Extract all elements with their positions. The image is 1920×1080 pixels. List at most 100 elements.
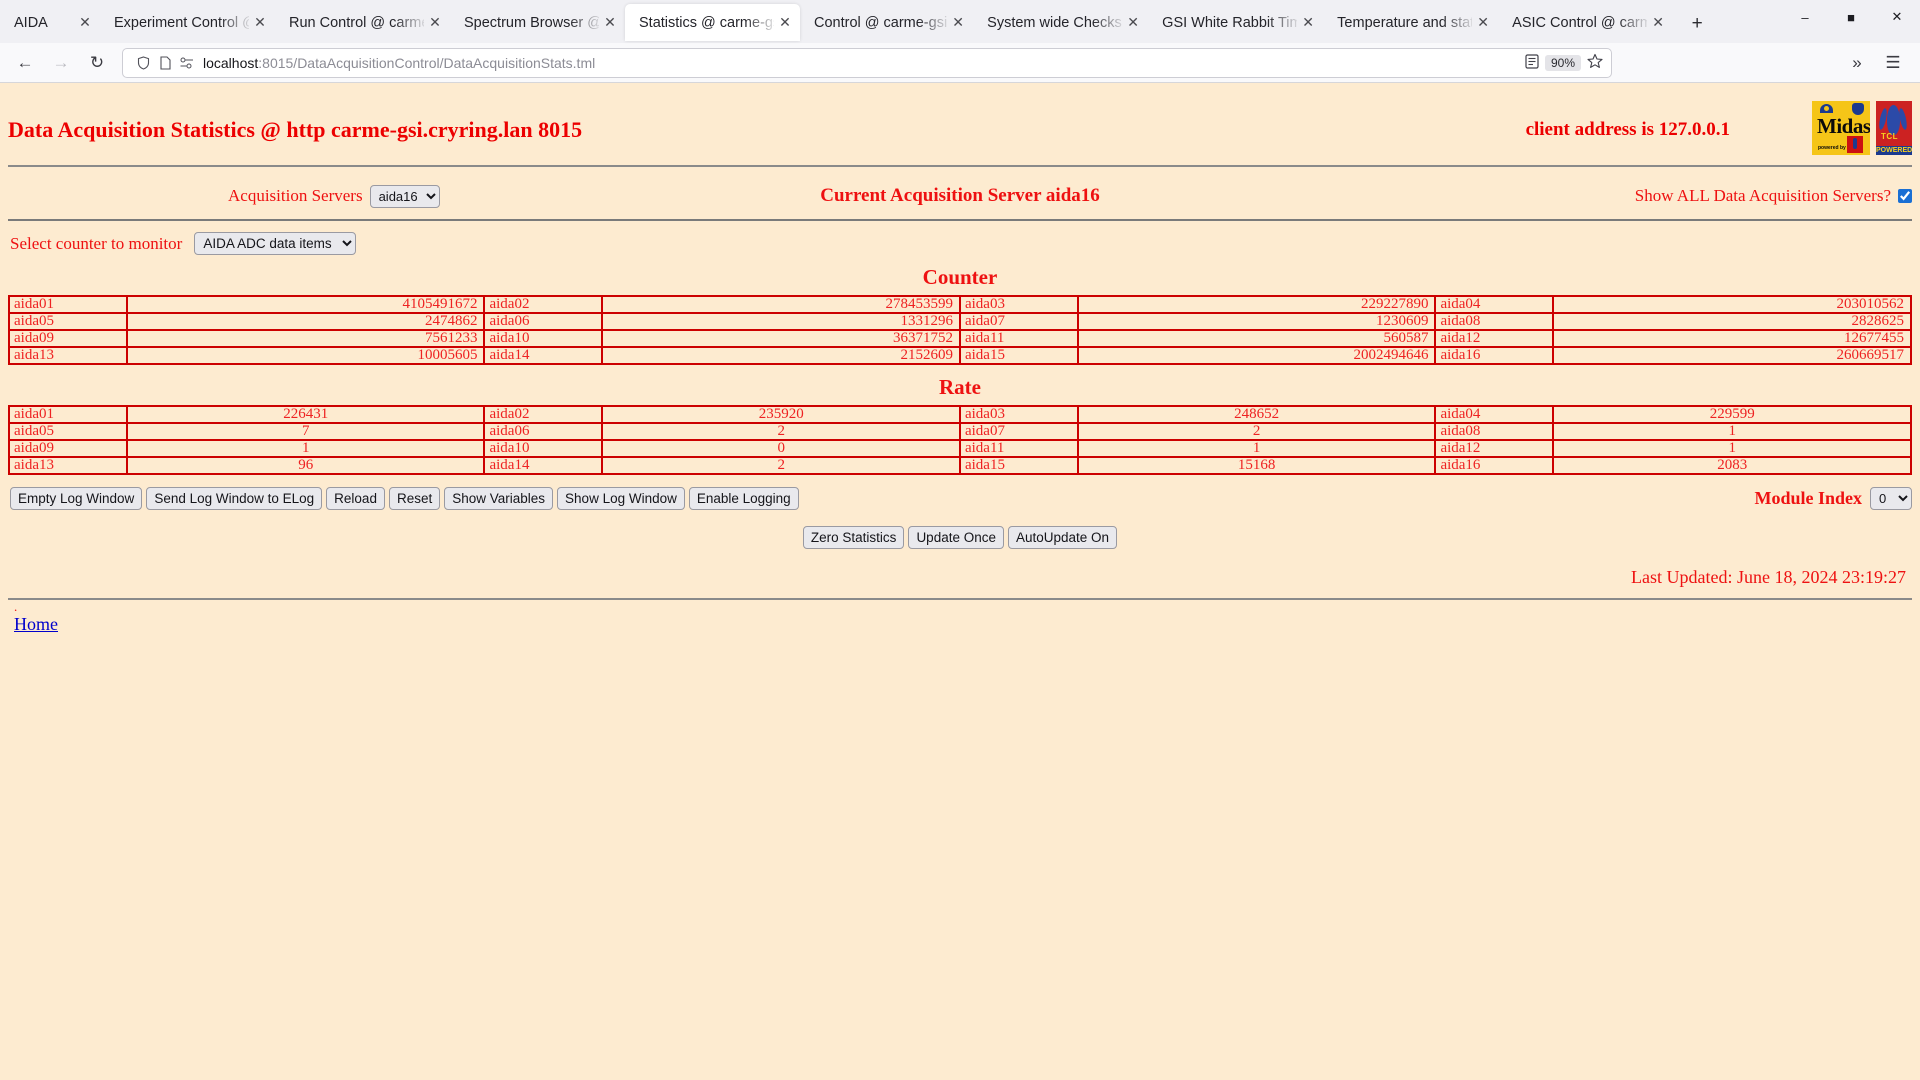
browser-tab-0[interactable]: AIDA ✕ bbox=[0, 4, 100, 41]
browser-tab-1[interactable]: Experiment Control @ ✕ bbox=[100, 4, 275, 41]
close-icon[interactable]: ✕ bbox=[426, 14, 444, 32]
browser-tab-8[interactable]: Temperature and stat ✕ bbox=[1323, 4, 1498, 41]
footer-bullet: . bbox=[14, 599, 18, 614]
zero-statistics-button[interactable]: Zero Statistics bbox=[802, 526, 905, 549]
server-name-cell: aida06 bbox=[483, 312, 604, 331]
counter-value-cell: 2474862 bbox=[125, 312, 486, 331]
counter-value-cell: 560587 bbox=[1076, 329, 1437, 348]
window-controls: – ■ ✕ bbox=[1782, 0, 1920, 43]
tcl-logo-text: TCL bbox=[1881, 132, 1899, 141]
browser-tab-4-active[interactable]: Statistics @ carme-gs ✕ bbox=[625, 4, 800, 41]
browser-tab-7[interactable]: GSI White Rabbit Tim ✕ bbox=[1148, 4, 1323, 41]
counter-value-cell: 7561233 bbox=[125, 329, 486, 348]
home-link[interactable]: Home bbox=[8, 610, 58, 635]
tcl-logo: TCL POWERED bbox=[1876, 101, 1912, 155]
server-name-cell: aida05 bbox=[8, 422, 128, 441]
show-variables-button[interactable]: Show Variables bbox=[444, 487, 554, 510]
rate-table-body: aida01 226431 aida02 235920 aida03 24865… bbox=[8, 405, 1912, 475]
client-address: client address is 127.0.0.1 bbox=[1525, 119, 1730, 140]
close-icon[interactable]: ✕ bbox=[776, 14, 794, 32]
tab-title: Control @ carme-gsi bbox=[814, 14, 948, 31]
table-row: aida01 4105491672 aida02 278453599 aida0… bbox=[8, 295, 1912, 314]
counter-table-title: Counter bbox=[922, 265, 998, 289]
close-icon[interactable]: ✕ bbox=[76, 14, 94, 32]
browser-tab-6[interactable]: System wide Checks ( ✕ bbox=[973, 4, 1148, 41]
new-tab-button[interactable]: + bbox=[1681, 9, 1713, 39]
minimize-icon[interactable]: – bbox=[1782, 0, 1828, 34]
rate-table-title: Rate bbox=[939, 375, 981, 399]
rate-value-cell: 15168 bbox=[1076, 456, 1437, 475]
forward-icon[interactable]: → bbox=[44, 47, 78, 79]
rate-value-cell: 7 bbox=[125, 422, 486, 441]
rate-value-cell: 2 bbox=[601, 456, 961, 475]
update-once-button[interactable]: Update Once bbox=[908, 526, 1004, 549]
close-icon[interactable]: ✕ bbox=[1299, 14, 1317, 32]
autoupdate-toggle-button[interactable]: AutoUpdate On bbox=[1008, 526, 1118, 549]
close-icon[interactable]: ✕ bbox=[251, 14, 269, 32]
counter-value-cell: 2828625 bbox=[1552, 312, 1912, 331]
toolbar-right: » ☰ bbox=[1840, 47, 1912, 79]
server-name-cell: aida11 bbox=[958, 439, 1079, 458]
table-row: aida05 7 aida06 2 aida07 2 aida08 1 bbox=[8, 422, 1912, 441]
back-icon[interactable]: ← bbox=[8, 47, 42, 79]
url-host: localhost bbox=[203, 54, 259, 71]
reader-mode-icon[interactable] bbox=[1525, 53, 1539, 72]
server-name-cell: aida02 bbox=[483, 295, 604, 314]
counter-select[interactable]: AIDA ADC data items bbox=[194, 232, 357, 255]
shield-icon bbox=[132, 55, 154, 70]
server-name-cell: aida04 bbox=[1434, 295, 1555, 314]
counter-table: aida01 4105491672 aida02 278453599 aida0… bbox=[8, 295, 1912, 365]
close-icon[interactable]: ✕ bbox=[949, 14, 967, 32]
rate-value-cell: 2 bbox=[601, 422, 961, 441]
rate-value-cell: 235920 bbox=[601, 405, 961, 424]
browser-tab-3[interactable]: Spectrum Browser @ ✕ bbox=[450, 4, 625, 41]
rate-value-cell: 2 bbox=[1076, 422, 1437, 441]
reload-icon[interactable]: ↻ bbox=[80, 47, 114, 79]
empty-log-window-button[interactable]: Empty Log Window bbox=[10, 487, 143, 510]
browser-tab-2[interactable]: Run Control @ carme ✕ bbox=[275, 4, 450, 41]
server-name-cell: aida05 bbox=[8, 312, 128, 331]
close-icon[interactable]: ✕ bbox=[601, 14, 619, 32]
reset-button[interactable]: Reset bbox=[388, 487, 441, 510]
server-name-cell: aida12 bbox=[1434, 329, 1555, 348]
page-content: Data Acquisition Statistics @ http carme… bbox=[0, 83, 1920, 1080]
server-name-cell: aida14 bbox=[483, 346, 604, 365]
server-name-cell: aida16 bbox=[1434, 456, 1555, 475]
zoom-level-indicator[interactable]: 90% bbox=[1544, 54, 1581, 71]
permissions-icon[interactable] bbox=[176, 57, 198, 69]
close-icon[interactable]: ✕ bbox=[1474, 14, 1492, 32]
enable-logging-button[interactable]: Enable Logging bbox=[688, 487, 799, 510]
tab-title: GSI White Rabbit Tim bbox=[1162, 14, 1298, 31]
address-bar[interactable]: localhost:8015/DataAcquisitionControl/Da… bbox=[122, 47, 1612, 78]
server-name-cell: aida09 bbox=[8, 439, 128, 458]
browser-tab-5[interactable]: Control @ carme-gsi ✕ bbox=[800, 4, 973, 41]
send-log-window-to-elog-button[interactable]: Send Log Window to ELog bbox=[146, 487, 323, 510]
rate-value-cell: 226431 bbox=[125, 405, 486, 424]
server-name-cell: aida01 bbox=[8, 295, 128, 314]
close-window-icon[interactable]: ✕ bbox=[1874, 0, 1920, 34]
last-updated-text: Last Updated: June 18, 2024 23:19:27 bbox=[1631, 567, 1906, 587]
server-name-cell: aida11 bbox=[958, 329, 1079, 348]
close-icon[interactable]: ✕ bbox=[1649, 14, 1667, 32]
server-name-cell: aida03 bbox=[958, 405, 1079, 424]
maximize-icon[interactable]: ■ bbox=[1828, 0, 1874, 34]
browser-tab-9[interactable]: ASIC Control @ carme ✕ bbox=[1498, 4, 1673, 41]
page-icon bbox=[154, 55, 176, 70]
tab-strip: AIDA ✕ Experiment Control @ ✕ Run Contro… bbox=[0, 0, 1920, 43]
reload-button[interactable]: Reload bbox=[326, 487, 385, 510]
page-header: Data Acquisition Statistics @ http carme… bbox=[8, 83, 1912, 155]
module-index-select[interactable]: 0 bbox=[1870, 487, 1912, 510]
module-index-label: Module Index bbox=[1754, 488, 1862, 508]
tab-title: Run Control @ carme bbox=[289, 14, 424, 31]
browser-window: AIDA ✕ Experiment Control @ ✕ Run Contro… bbox=[0, 0, 1920, 1080]
counter-value-cell: 260669517 bbox=[1552, 346, 1912, 365]
close-icon[interactable]: ✕ bbox=[1124, 14, 1142, 32]
server-name-cell: aida09 bbox=[8, 329, 128, 348]
server-controls-row: Acquisition Servers aida16 Current Acqui… bbox=[8, 167, 1912, 209]
tab-title: System wide Checks ( bbox=[987, 14, 1123, 31]
star-icon[interactable] bbox=[1587, 53, 1603, 73]
overflow-chevron-icon[interactable]: » bbox=[1840, 47, 1874, 79]
hamburger-menu-icon[interactable]: ☰ bbox=[1876, 47, 1910, 79]
tab-title: AIDA bbox=[14, 14, 48, 31]
show-log-window-button[interactable]: Show Log Window bbox=[557, 487, 685, 510]
